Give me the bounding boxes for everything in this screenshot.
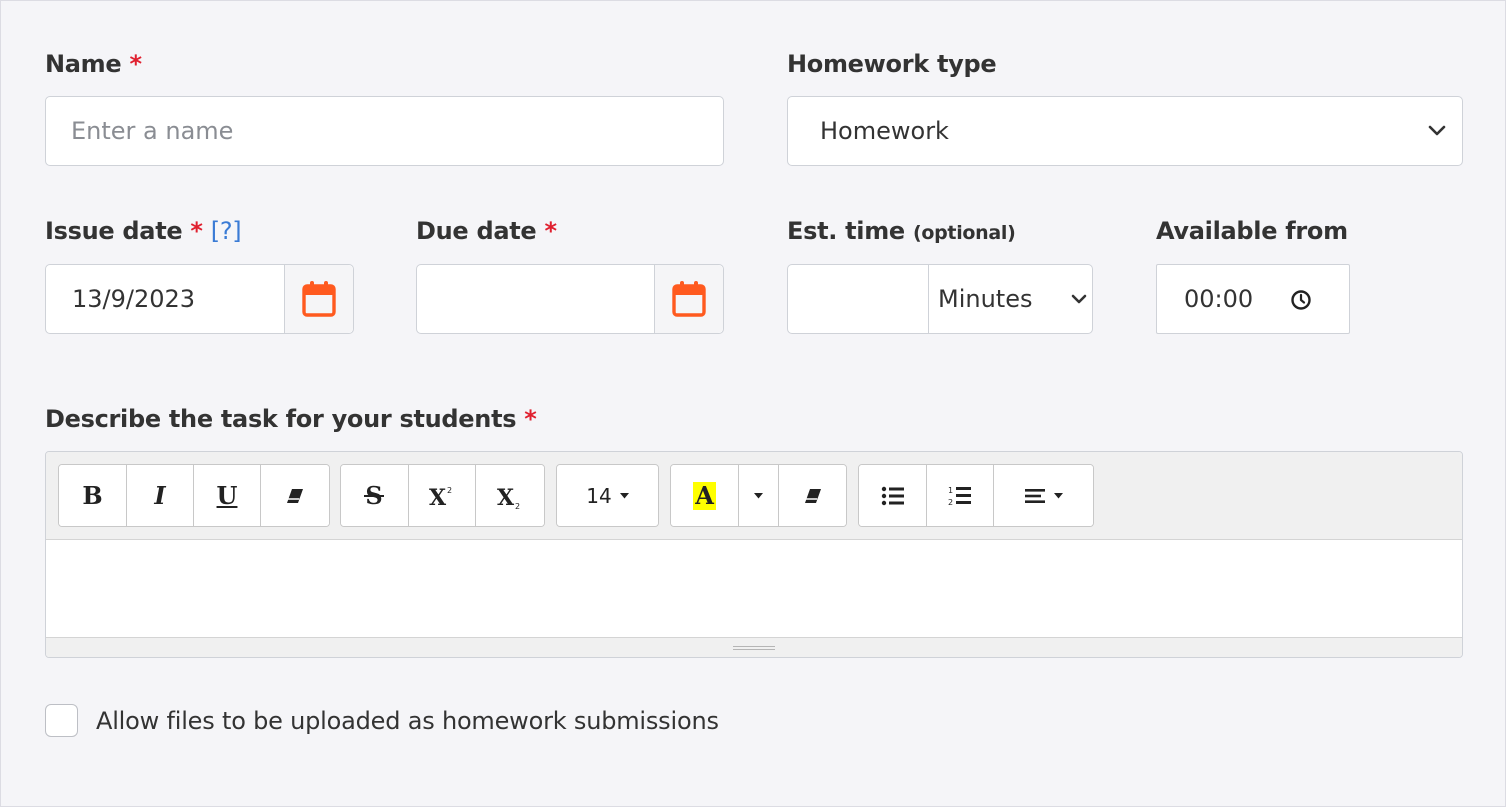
- align-dropdown-button[interactable]: [994, 465, 1093, 526]
- subscript-button[interactable]: X 2: [476, 465, 544, 526]
- est-time-unit-select[interactable]: Minutes: [928, 264, 1093, 334]
- numbered-list-icon: 1 2: [948, 486, 971, 507]
- issue-date-input[interactable]: 13/9/2023: [45, 264, 354, 334]
- eraser-icon: [804, 488, 821, 503]
- available-from-label: Available from: [1156, 217, 1348, 245]
- highlight-color-button[interactable]: A: [671, 465, 739, 526]
- chevron-down-icon: [1071, 294, 1087, 304]
- due-date-required-mark: *: [544, 217, 557, 245]
- est-time-unit-selected: Minutes: [938, 285, 1033, 313]
- allow-uploads-checkbox[interactable]: [45, 704, 78, 737]
- calendar-icon: [302, 281, 336, 317]
- subscript-icon: X 2: [497, 485, 520, 510]
- editor-content-area[interactable]: [46, 540, 1462, 639]
- issue-date-help-link[interactable]: [?]: [211, 217, 242, 245]
- color-dropdown-button[interactable]: [739, 465, 779, 526]
- numbered-list-button[interactable]: 1 2: [927, 465, 994, 526]
- issue-date-calendar-button[interactable]: [284, 265, 353, 333]
- due-date-calendar-button[interactable]: [654, 265, 723, 333]
- strikethrough-icon: S: [364, 482, 385, 510]
- description-label: Describe the task for your students *: [45, 405, 537, 433]
- svg-text:2: 2: [515, 502, 520, 510]
- rich-text-editor: B I U S X 2 X 2 14 A 1 2: [45, 451, 1463, 658]
- name-input-placeholder: Enter a name: [71, 117, 234, 145]
- strikethrough-button[interactable]: S: [341, 465, 409, 526]
- bold-glyph: B: [82, 481, 103, 510]
- editor-resize-handle[interactable]: [46, 637, 1462, 657]
- underline-glyph: U: [216, 481, 238, 510]
- homework-form-panel: Name * Enter a name Homework type Homewo…: [0, 0, 1506, 807]
- superscript-icon: X 2: [429, 485, 452, 510]
- eraser-icon: [287, 488, 303, 503]
- font-size-dropdown[interactable]: 14: [557, 465, 658, 526]
- font-style-group: B I U: [58, 464, 330, 527]
- due-date-label-text: Due date: [416, 217, 537, 245]
- svg-text:2: 2: [948, 498, 953, 507]
- svg-text:X: X: [497, 485, 515, 510]
- est-time-input[interactable]: [787, 264, 929, 334]
- available-from-value: 00:00: [1184, 285, 1254, 313]
- align-left-icon: [1024, 488, 1045, 503]
- bullet-list-button[interactable]: [859, 465, 927, 526]
- available-from-time-input[interactable]: 00:00: [1156, 264, 1350, 334]
- paragraph-group: 1 2: [858, 464, 1094, 527]
- est-time-label: Est. time (optional): [787, 217, 1016, 245]
- description-label-text: Describe the task for your students: [45, 405, 517, 433]
- svg-text:1: 1: [948, 486, 953, 495]
- underline-button[interactable]: U: [194, 465, 261, 526]
- caret-down-icon: [1053, 492, 1063, 498]
- bold-button[interactable]: B: [59, 465, 127, 526]
- homework-type-selected: Homework: [820, 117, 949, 145]
- description-required-mark: *: [524, 405, 537, 433]
- superscript-button[interactable]: X 2: [408, 465, 477, 526]
- clear-format-button[interactable]: [261, 465, 329, 526]
- homework-type-label: Homework type: [787, 50, 997, 78]
- caret-down-icon: [754, 492, 763, 498]
- clear-color-button[interactable]: [779, 465, 846, 526]
- color-group: A: [670, 464, 847, 527]
- bullet-list-icon: [881, 486, 904, 505]
- issue-date-label-text: Issue date: [45, 217, 183, 245]
- due-date-label: Due date *: [416, 217, 557, 245]
- svg-text:X: X: [429, 485, 447, 510]
- issue-date-label: Issue date * [?]: [45, 217, 242, 245]
- name-label-text: Name: [45, 50, 122, 78]
- caret-down-icon: [619, 492, 629, 498]
- resize-grip-icon: [733, 645, 775, 650]
- clock-icon[interactable]: [1289, 288, 1313, 312]
- calendar-icon: [672, 281, 706, 317]
- issue-date-value: 13/9/2023: [72, 285, 196, 313]
- allow-uploads-label[interactable]: Allow files to be uploaded as homework s…: [96, 707, 719, 735]
- name-required-mark: *: [129, 50, 142, 78]
- svg-text:2: 2: [447, 486, 452, 495]
- est-time-optional-note: (optional): [912, 222, 1016, 244]
- italic-button[interactable]: I: [127, 465, 194, 526]
- name-input[interactable]: Enter a name: [45, 96, 724, 166]
- name-label: Name *: [45, 50, 142, 78]
- font-size-value: 14: [586, 483, 612, 508]
- italic-glyph: I: [154, 481, 166, 510]
- homework-type-select[interactable]: Homework: [787, 96, 1463, 166]
- font-effects-group: S X 2 X 2: [340, 464, 545, 527]
- editor-toolbar: B I U S X 2 X 2 14 A 1 2: [46, 452, 1462, 540]
- issue-date-required-mark: *: [190, 217, 203, 245]
- est-time-label-text: Est. time: [787, 217, 905, 245]
- highlight-glyph: A: [693, 480, 716, 510]
- chevron-down-icon: [1428, 125, 1446, 136]
- due-date-input[interactable]: [416, 264, 724, 334]
- font-size-group: 14: [556, 464, 659, 527]
